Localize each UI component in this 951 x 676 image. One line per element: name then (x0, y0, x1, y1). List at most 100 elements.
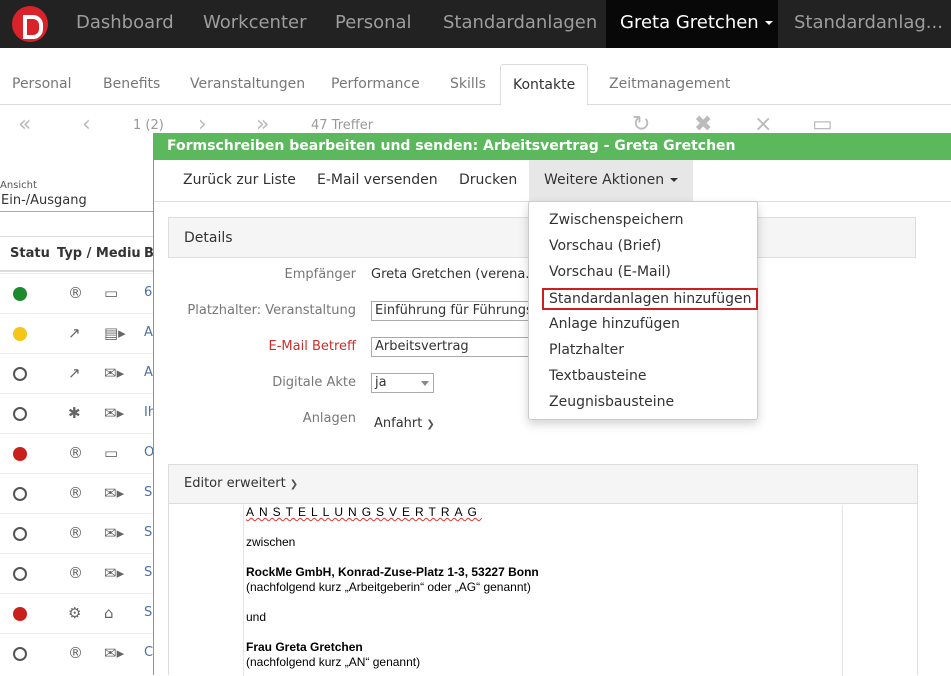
status-dot-icon (13, 647, 27, 661)
column-status[interactable]: Statu (10, 246, 50, 261)
nav-dashboard[interactable]: Dashboard (76, 0, 174, 48)
print-button[interactable]: Drucken (444, 160, 532, 201)
digital-file-select[interactable]: ja (371, 373, 434, 393)
tab-skills[interactable]: Skills (438, 64, 498, 105)
menu-item-add-attachment[interactable]: Anlage hinzufügen (542, 313, 687, 335)
registered-icon: ® (68, 484, 83, 502)
email-subject-input[interactable]: Arbeitsvertrag (371, 337, 531, 357)
more-actions-button[interactable]: Weitere Aktionen (529, 160, 694, 201)
row-subject: S (144, 605, 153, 620)
nav-personal[interactable]: Personal (335, 0, 412, 48)
page-indicator: 1 (2) (133, 118, 164, 133)
envelope-icon: ✉▸ (104, 564, 125, 582)
row-subject: A (144, 365, 153, 380)
double-chevron-down-icon: ❯ (426, 419, 435, 430)
registered-icon: ® (68, 444, 83, 462)
tab-veranstaltungen[interactable]: Veranstaltungen (178, 64, 317, 105)
subtab-bar: Personal Benefits Veranstaltungen Perfor… (0, 64, 951, 106)
app-logo-icon[interactable] (12, 6, 48, 42)
menu-item-placeholder[interactable]: Platzhalter (542, 339, 631, 361)
table-row[interactable]: ⚙ ⌂ S (0, 593, 160, 633)
table-row[interactable]: ↗ ▤▸ A (0, 313, 160, 353)
table-row[interactable]: ↗ ✉▸ A (0, 353, 160, 393)
status-dot-icon (13, 487, 27, 501)
table-row[interactable]: ® ▭ O (0, 433, 160, 473)
status-dot-icon (13, 567, 27, 581)
table-row[interactable]: ® ✉▸ S (0, 473, 160, 513)
menu-item-reference-blocks[interactable]: Zeugnisbausteine (542, 391, 681, 413)
status-dot-icon (13, 327, 27, 341)
chevron-down-icon (670, 178, 679, 182)
envelope-icon: ✉▸ (104, 644, 125, 662)
status-dot-icon (13, 447, 27, 461)
table-row[interactable]: ® ✉▸ S (0, 553, 160, 593)
nav-standardanlagen-2[interactable]: Standardanlag... (794, 0, 943, 48)
menu-item-save-draft[interactable]: Zwischenspeichern (542, 209, 691, 231)
status-dot-icon (13, 527, 27, 541)
double-chevron-down-icon: ❯ (289, 479, 299, 490)
nav-standardanlagen[interactable]: Standardanlagen (443, 0, 597, 48)
status-dot-icon (13, 607, 27, 621)
recipient-value: Greta Gretchen (verena.ro (371, 267, 543, 282)
attachments-toggle[interactable]: Anfahrt ❯ (374, 416, 435, 431)
row-subject: A (144, 325, 153, 340)
doc-heading: ANSTELLUNGSVERTRAG (246, 505, 482, 519)
tab-zeitmanagement[interactable]: Zeitmanagement (597, 64, 742, 105)
top-navbar: Dashboard Workcenter Personal Standardan… (0, 0, 951, 48)
document-page[interactable]: ANSTELLUNGSVERTRAG zwischen RockMe GmbH,… (243, 505, 843, 676)
doc-line: RockMe GmbH, Konrad-Zuse-Platz 1-3, 5322… (246, 565, 539, 579)
registered-icon: ® (68, 644, 83, 662)
nav-user-menu[interactable]: Greta Gretchen (606, 0, 778, 48)
document-icon: ▤▸ (104, 324, 126, 342)
doc-line: (nachfolgend kurz „AN“ genannt) (246, 655, 421, 669)
digital-file-label: Digitale Akte (272, 375, 356, 390)
rich-text-editor[interactable]: ANSTELLUNGSVERTRAG zwischen RockMe GmbH,… (169, 505, 917, 676)
table-row[interactable]: ® ✉▸ C (0, 633, 160, 673)
list-header: Statu Typ / Mediu B (0, 236, 160, 272)
laptop-icon: ▭ (104, 444, 119, 462)
table-row[interactable]: ✱ ✉▸ Ih (0, 393, 160, 433)
view-label: Ansicht (0, 180, 37, 191)
editor-panel-header[interactable]: Editor erweitert ❯ (169, 465, 917, 504)
menu-item-add-standard-attachments[interactable]: Standardanlagen hinzufügen (542, 288, 759, 310)
chevron-down-icon (764, 21, 773, 25)
nav-workcenter[interactable]: Workcenter (203, 0, 307, 48)
placeholder-event-select[interactable]: Einführung für Führungsk (371, 301, 531, 321)
modal-nav: Zurück zur Liste E-Mail versenden Drucke… (154, 160, 951, 202)
prev-page-icon[interactable]: ‹ (82, 112, 91, 137)
modal-title: Formschreiben bearbeiten und senden: Arb… (154, 133, 951, 160)
result-count: 47 Treffer (311, 118, 374, 133)
row-subject: 6 (144, 285, 153, 300)
bank-icon: ⌂ (104, 604, 114, 622)
tab-performance[interactable]: Performance (319, 64, 432, 105)
status-dot-icon (13, 367, 27, 381)
digital-file-value: ja (375, 375, 387, 390)
chart-icon: ↗ (68, 324, 81, 342)
tab-kontakte[interactable]: Kontakte (500, 64, 589, 106)
view-select[interactable]: Ein-/Ausgang (0, 193, 160, 212)
menu-item-preview-email[interactable]: Vorschau (E-Mail) (542, 261, 678, 283)
placeholder-event-label: Platzhalter: Veranstaltung (187, 303, 356, 318)
tab-benefits[interactable]: Benefits (91, 64, 172, 105)
chevron-down-icon (421, 381, 429, 386)
editor-title: Editor erweitert (184, 476, 286, 491)
registered-icon: ® (68, 284, 83, 302)
doc-line: und (246, 610, 267, 624)
send-email-button[interactable]: E-Mail versenden (302, 160, 453, 201)
recipient-label: Empfänger (284, 267, 356, 282)
chart-icon: ↗ (68, 364, 81, 382)
row-subject: S (144, 525, 153, 540)
doc-line: (nachfolgend kurz „Arbeitgeberin“ oder „… (246, 580, 531, 594)
table-row[interactable]: ® ✉▸ S (0, 513, 160, 553)
row-subject: S (144, 485, 153, 500)
back-to-list-button[interactable]: Zurück zur Liste (168, 160, 311, 201)
status-dot-icon (13, 407, 27, 421)
row-subject: C (144, 645, 154, 660)
table-row[interactable]: ® ▭ 6 (0, 273, 160, 313)
tab-personal[interactable]: Personal (0, 64, 84, 105)
row-subject: S (144, 565, 153, 580)
menu-item-text-blocks[interactable]: Textbausteine (542, 365, 653, 387)
first-page-icon[interactable]: « (18, 112, 31, 137)
column-type-medium[interactable]: Typ / Mediu (57, 246, 141, 261)
menu-item-preview-letter[interactable]: Vorschau (Brief) (542, 235, 668, 257)
